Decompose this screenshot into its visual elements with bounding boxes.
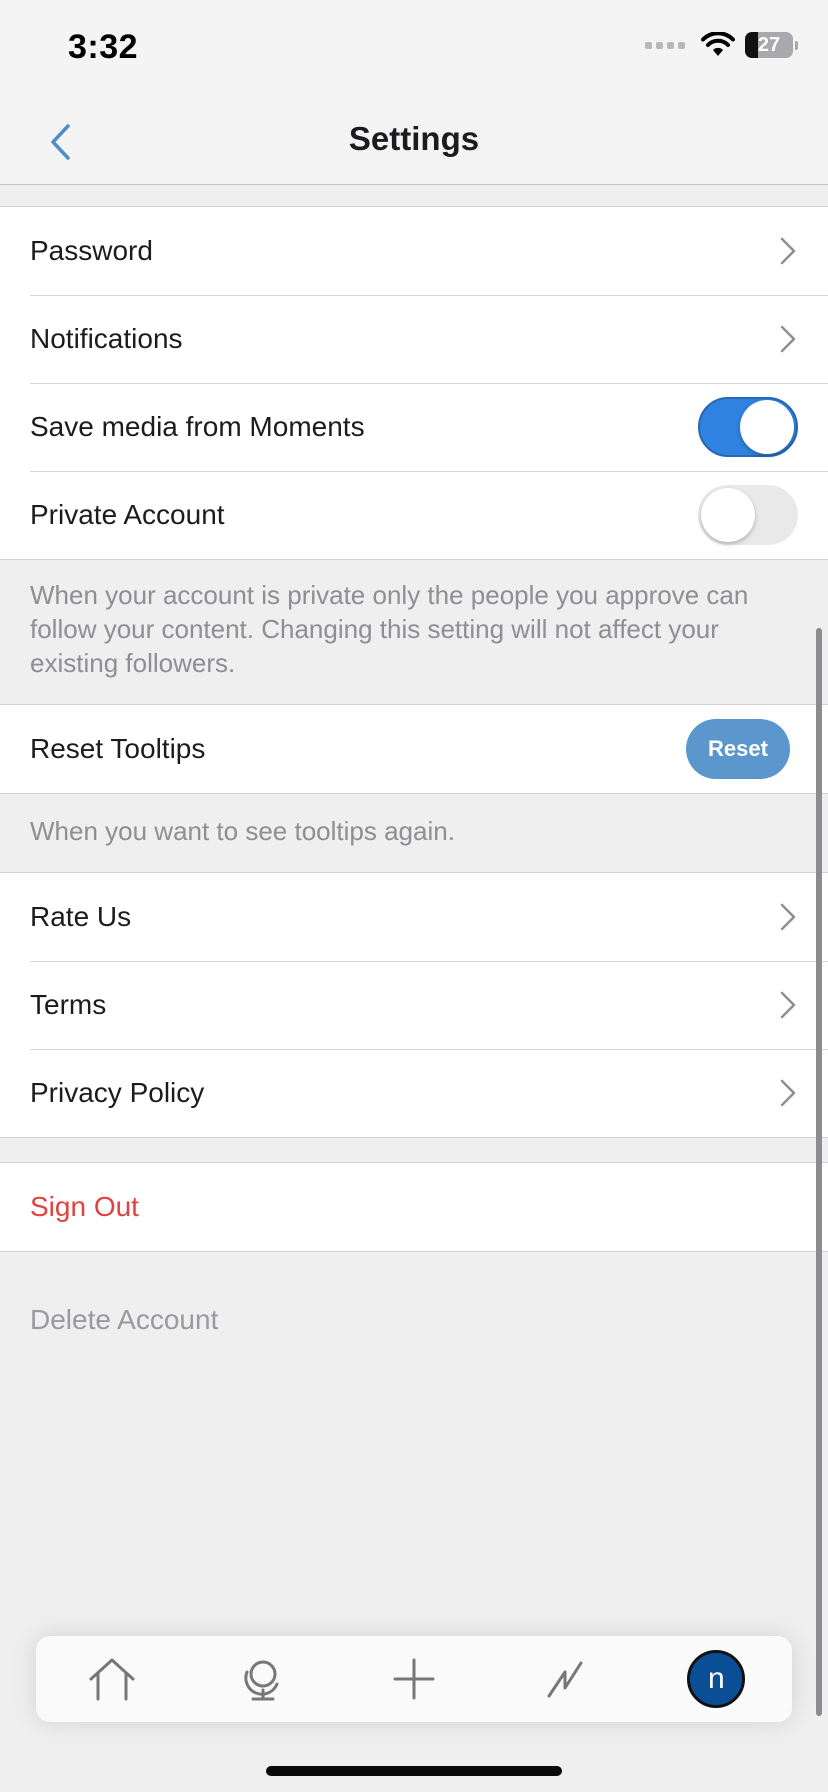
chevron-right-icon [780, 903, 796, 931]
notifications-label: Notifications [30, 323, 183, 354]
home-indicator[interactable] [266, 1766, 562, 1776]
info-group: Rate Us Terms Privacy Policy [0, 872, 828, 1138]
sign-out-label: Sign Out [30, 1191, 139, 1222]
save-media-row: Save media from Moments [0, 383, 828, 471]
private-account-note: When your account is private only the pe… [30, 580, 749, 678]
activity-icon [547, 1661, 583, 1698]
battery-nub [795, 40, 798, 50]
reset-tooltips-note: When you want to see tooltips again. [30, 816, 455, 846]
navigation-bar: Settings [0, 100, 828, 185]
status-indicators: 27 [645, 32, 798, 58]
toggle-knob [740, 400, 794, 454]
tab-profile[interactable]: n [676, 1639, 756, 1719]
tooltips-group: Reset Tooltips Reset [0, 704, 828, 794]
delete-account-link[interactable]: Delete Account [30, 1304, 218, 1336]
tab-explore[interactable] [223, 1639, 303, 1719]
tab-home[interactable] [72, 1639, 152, 1719]
notifications-row[interactable]: Notifications [0, 295, 828, 383]
password-row[interactable]: Password [0, 207, 828, 295]
terms-row[interactable]: Terms [0, 961, 828, 1049]
globe-icon [244, 1660, 279, 1701]
terms-label: Terms [30, 989, 107, 1020]
private-account-row: Private Account [0, 471, 828, 559]
reset-tooltips-row: Reset Tooltips Reset [0, 705, 828, 793]
plus-icon [393, 1658, 435, 1700]
account-settings-group: Password Notifications Save media from M… [0, 206, 828, 560]
toggle-knob [701, 488, 755, 542]
password-label: Password [30, 235, 153, 266]
wifi-icon [701, 32, 735, 56]
status-bar: 3:32 27 [0, 0, 828, 100]
scrollbar[interactable] [816, 628, 822, 1716]
tab-activity[interactable] [525, 1639, 605, 1719]
page-title: Settings [348, 120, 480, 157]
chevron-right-icon [780, 991, 796, 1019]
sign-out-row[interactable]: Sign Out [0, 1163, 828, 1251]
battery-icon: 27 [745, 32, 793, 58]
chevron-right-icon [780, 237, 796, 265]
tab-bar: n [36, 1636, 792, 1722]
status-time: 3:32 [68, 28, 139, 66]
privacy-policy-label: Privacy Policy [30, 1077, 205, 1108]
chevron-right-icon [780, 1079, 796, 1107]
tab-create[interactable] [374, 1639, 454, 1719]
privacy-policy-row[interactable]: Privacy Policy [0, 1049, 828, 1137]
rate-us-label: Rate Us [30, 901, 132, 932]
rate-us-row[interactable]: Rate Us [0, 873, 828, 961]
sign-out-group: Sign Out [0, 1162, 828, 1252]
reset-button[interactable]: Reset [686, 719, 790, 779]
cellular-signal-icon [645, 41, 685, 49]
home-icon [89, 1658, 135, 1701]
battery-level: 27 [757, 33, 781, 56]
save-media-toggle[interactable] [698, 397, 798, 457]
profile-avatar: n [687, 1650, 746, 1708]
chevron-right-icon [780, 325, 796, 353]
private-account-toggle[interactable] [698, 485, 798, 545]
